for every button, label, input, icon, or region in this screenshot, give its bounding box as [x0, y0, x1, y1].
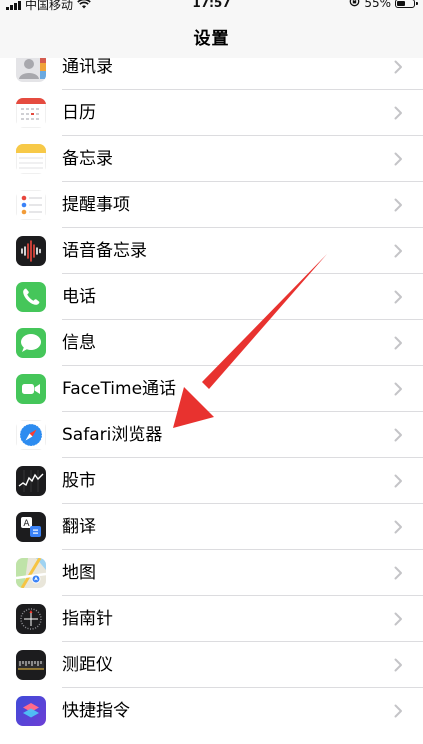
settings-screen: 中国移动 17:57 55% 设置 通讯录 日历 备忘录 提醒事项 语音备忘录 … [0, 0, 423, 744]
chevron-right-icon [394, 428, 403, 442]
settings-row-voice-memos[interactable]: 语音备忘录 [0, 228, 423, 274]
settings-row-safari[interactable]: Safari浏览器 [0, 412, 423, 458]
chevron-right-icon [394, 612, 403, 626]
chevron-right-icon [394, 382, 403, 396]
status-bar: 中国移动 17:57 55% [0, 0, 423, 14]
settings-row-compass[interactable]: 指南针 [0, 596, 423, 642]
safari-icon [16, 420, 46, 450]
chevron-right-icon [394, 566, 403, 580]
svg-text:A: A [23, 519, 30, 529]
measure-icon [16, 650, 46, 680]
settings-row-stocks[interactable]: 股市 [0, 458, 423, 504]
messages-icon [16, 328, 46, 358]
chevron-right-icon [394, 152, 403, 166]
chevron-right-icon [394, 520, 403, 534]
settings-row-translate[interactable]: A 翻译 [0, 504, 423, 550]
orientation-lock-icon [349, 0, 360, 10]
settings-row-notes[interactable]: 备忘录 [0, 136, 423, 182]
settings-row-label: 语音备忘录 [62, 241, 147, 261]
settings-row-phone[interactable]: 电话 [0, 274, 423, 320]
compass-icon [16, 604, 46, 634]
chevron-right-icon [394, 60, 403, 74]
chevron-right-icon [394, 704, 403, 718]
phone-icon [16, 282, 46, 312]
settings-row-maps[interactable]: 地图 [0, 550, 423, 596]
chevron-right-icon [394, 290, 403, 304]
settings-row-label: FaceTime通话 [62, 379, 177, 399]
settings-row-label: 翻译 [62, 517, 96, 537]
chevron-right-icon [394, 474, 403, 488]
settings-row-label: Safari浏览器 [62, 425, 163, 445]
settings-row-label: 提醒事项 [62, 195, 130, 215]
maps-icon [16, 558, 46, 588]
settings-list: 通讯录 日历 备忘录 提醒事项 语音备忘录 电话 信息 FaceTime通话 S… [0, 44, 423, 744]
chevron-right-icon [394, 336, 403, 350]
settings-row-label: 信息 [62, 333, 96, 353]
chevron-right-icon [394, 198, 403, 212]
settings-row-label: 股市 [62, 471, 96, 491]
voice-memos-icon [16, 236, 46, 266]
chevron-right-icon [394, 106, 403, 120]
settings-row-calendar[interactable]: 日历 [0, 90, 423, 136]
status-right: 55% [349, 0, 418, 10]
stocks-icon [16, 466, 46, 496]
settings-row-label: 电话 [62, 287, 96, 307]
settings-row-facetime[interactable]: FaceTime通话 [0, 366, 423, 412]
settings-row-label: 备忘录 [62, 149, 113, 169]
settings-row-label: 日历 [62, 103, 96, 123]
settings-row-shortcuts[interactable]: 快捷指令 [0, 688, 423, 734]
settings-row-label: 指南针 [62, 609, 113, 629]
reminders-icon [16, 190, 46, 220]
settings-row-reminders[interactable]: 提醒事项 [0, 182, 423, 228]
page-title: 设置 [193, 28, 230, 49]
settings-row-messages[interactable]: 信息 [0, 320, 423, 366]
battery-percent: 55% [364, 0, 391, 10]
translate-icon: A [16, 512, 46, 542]
battery-level [397, 0, 405, 6]
settings-row-label: 地图 [62, 563, 96, 583]
chevron-right-icon [394, 658, 403, 672]
chevron-right-icon [394, 244, 403, 258]
settings-row-label: 测距仪 [62, 655, 113, 675]
shortcuts-icon [16, 696, 46, 726]
calendar-icon [16, 98, 46, 128]
battery-icon [395, 0, 418, 8]
facetime-icon [16, 374, 46, 404]
navigation-bar: 设置 [0, 14, 423, 58]
settings-row-measure[interactable]: 测距仪 [0, 642, 423, 688]
settings-row-label: 快捷指令 [62, 701, 130, 721]
notes-icon [16, 144, 46, 174]
